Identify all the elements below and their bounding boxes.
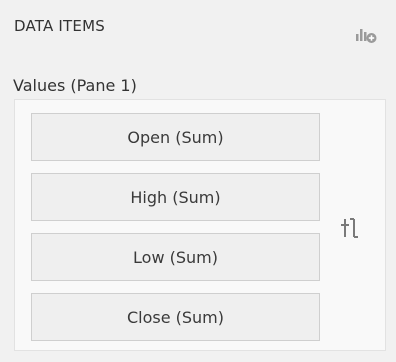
data-item-open-sum[interactable]: Open (Sum) xyxy=(31,113,320,161)
data-item-high-sum[interactable]: High (Sum) xyxy=(31,173,320,221)
pane-label: Values (Pane 1) xyxy=(13,76,137,95)
data-items-panel: DATA ITEMS Values (Pane 1) Open (Sum) Hi… xyxy=(0,0,396,362)
data-item-low-sum[interactable]: Low (Sum) xyxy=(31,233,320,281)
add-data-item-icon[interactable] xyxy=(355,26,377,44)
reorder-icon[interactable] xyxy=(340,215,360,241)
panel-title: DATA ITEMS xyxy=(14,17,105,35)
data-item-close-sum[interactable]: Close (Sum) xyxy=(31,293,320,341)
